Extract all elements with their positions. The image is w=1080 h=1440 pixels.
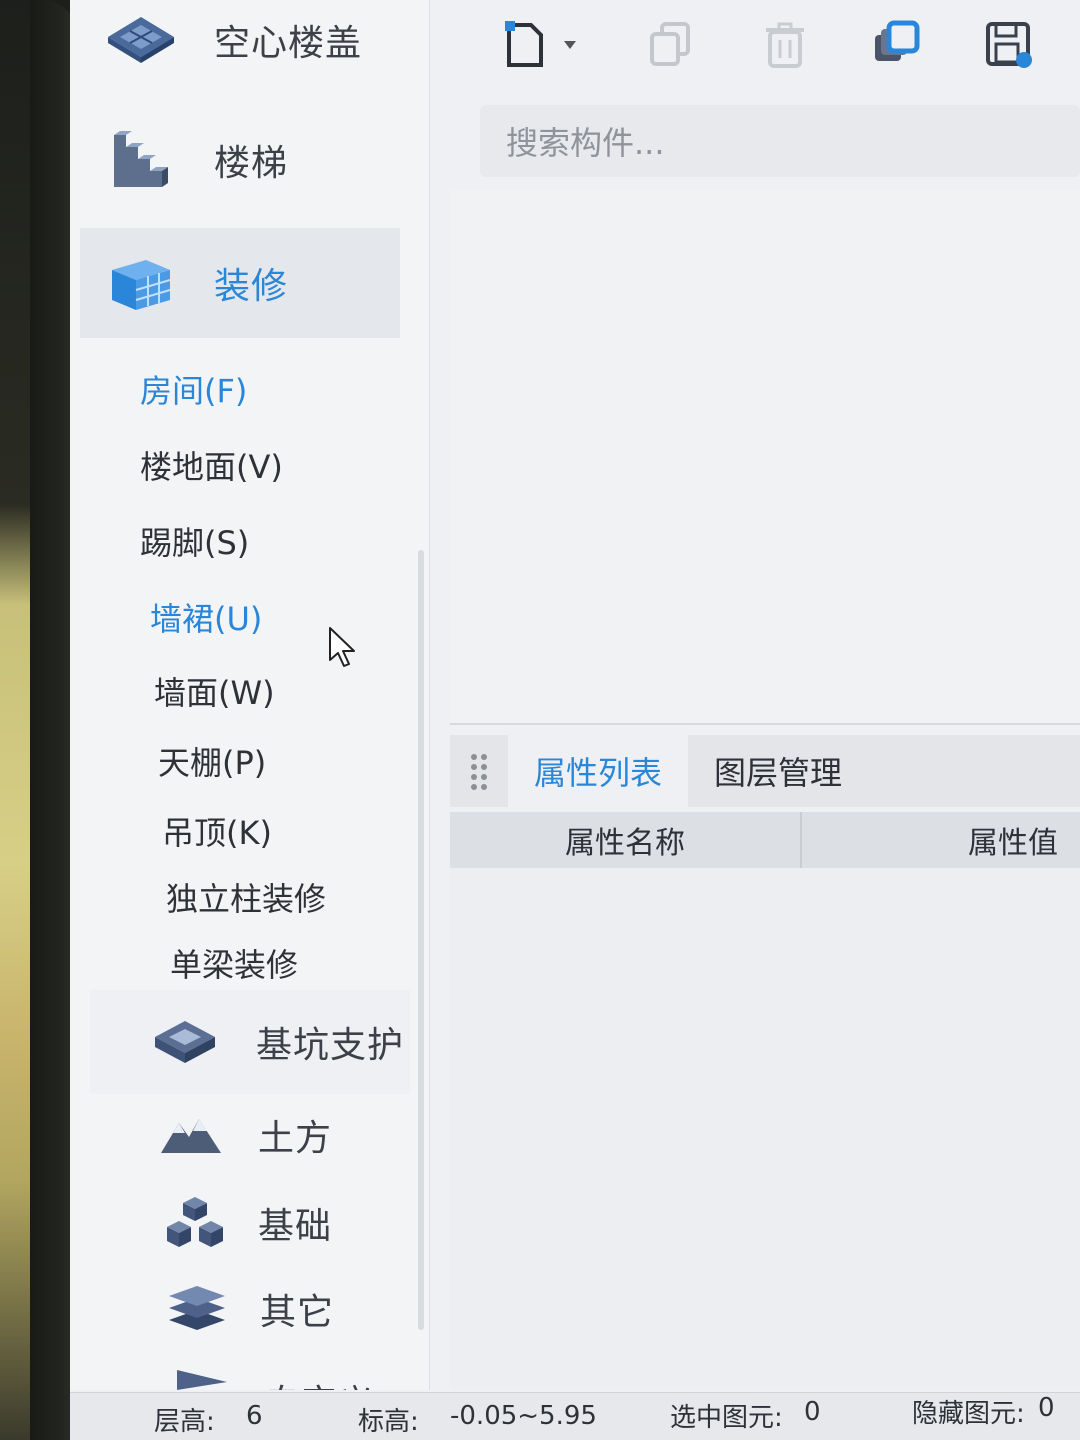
nav-category-label: 装修 — [214, 266, 289, 307]
nav-category-hollow-slab[interactable]: 空心楼盖 — [80, 0, 400, 95]
component-search-input[interactable]: 搜索构件... — [480, 105, 1080, 177]
nav-category-custom[interactable]: 自定义 — [114, 1344, 434, 1390]
drag-grip-icon[interactable] — [450, 735, 508, 807]
floor-height-value: 6 — [246, 1401, 263, 1431]
elevation-label: 标高: — [358, 1407, 419, 1437]
hidden-elements-value: 0 — [1038, 1393, 1055, 1423]
hollow-slab-icon — [106, 5, 176, 75]
delete-icon[interactable] — [750, 10, 820, 80]
hidden-elements-label: 隐藏图元: — [912, 1399, 1025, 1429]
sub-item-column-decoration[interactable]: 独立柱装修 — [166, 874, 326, 920]
dropdown-arrow-icon[interactable] — [550, 10, 590, 80]
nav-category-label: 楼梯 — [214, 143, 289, 184]
sub-item-skirting[interactable]: 踢脚(S) — [140, 518, 249, 564]
sub-item-room[interactable]: 房间(F) — [140, 366, 247, 412]
selected-elements-value: 0 — [804, 1397, 821, 1427]
search-placeholder: 搜索构件... — [506, 124, 665, 162]
earthwork-icon — [156, 1100, 226, 1170]
panel-tabs: 属性列表 图层管理 — [450, 735, 1080, 807]
foundation-pit-icon — [150, 1007, 220, 1077]
properties-panel: 搜索构件... 属性列表 图层管理 属性名称 属性值 — [450, 0, 1080, 1390]
save-icon[interactable] — [974, 10, 1044, 80]
nav-category-foundation-pit[interactable]: 基坑支护 — [90, 990, 410, 1094]
app-window: 空心楼盖 楼梯 装修 房间(F) 楼地面(V) 踢脚(S) 墙裙(U) 墙面(W… — [70, 0, 1080, 1440]
nav-category-label: 基础 — [258, 1206, 333, 1247]
sub-item-beam-decoration[interactable]: 单梁装修 — [170, 940, 298, 986]
nav-category-label: 基坑支护 — [256, 1025, 405, 1066]
selected-elements-label: 选中图元: — [670, 1403, 783, 1433]
tab-properties[interactable]: 属性列表 — [508, 735, 689, 807]
component-toolbar — [450, 0, 1080, 90]
property-table-header: 属性名称 属性值 — [450, 812, 1080, 868]
nav-category-decoration[interactable]: 装修 — [80, 228, 400, 338]
sub-item-suspended-ceiling[interactable]: 吊顶(K) — [162, 808, 272, 854]
nav-category-label: 自定义 — [264, 1374, 375, 1390]
component-nav: 空心楼盖 楼梯 装修 房间(F) 楼地面(V) 踢脚(S) 墙裙(U) 墙面(W… — [70, 0, 430, 1390]
sub-item-floor-surface[interactable]: 楼地面(V) — [140, 442, 283, 488]
column-property-name[interactable]: 属性名称 — [450, 812, 802, 868]
sub-item-ceiling[interactable]: 天棚(P) — [158, 738, 266, 784]
foundation-icon — [160, 1188, 230, 1258]
floor-height-label: 层高: — [154, 1407, 215, 1437]
nav-category-stairs[interactable]: 楼梯 — [80, 105, 400, 215]
nav-category-label: 其它 — [260, 1292, 335, 1333]
property-table-body — [450, 868, 1080, 1388]
copy-icon[interactable] — [636, 10, 706, 80]
column-property-value[interactable]: 属性值 — [802, 812, 1080, 868]
layer-copy-icon[interactable] — [862, 10, 932, 80]
sub-item-dado[interactable]: 墙裙(U) — [150, 594, 262, 640]
stairs-icon — [106, 125, 176, 195]
nav-scrollbar[interactable] — [418, 550, 424, 1330]
elevation-value: -0.05~5.95 — [450, 1401, 597, 1431]
other-icon — [162, 1274, 232, 1344]
mouse-cursor-icon — [328, 626, 358, 672]
sub-item-wall-surface[interactable]: 墙面(W) — [154, 668, 275, 714]
custom-icon — [166, 1344, 236, 1390]
nav-category-label: 土方 — [258, 1118, 333, 1159]
component-list-area[interactable] — [450, 190, 1080, 725]
status-bar: 层高: 6 标高: -0.05~5.95 选中图元: 0 隐藏图元: 0 — [70, 1392, 1080, 1440]
decoration-icon — [106, 248, 176, 318]
nav-category-label: 空心楼盖 — [214, 23, 363, 64]
tab-layers[interactable]: 图层管理 — [688, 735, 868, 807]
